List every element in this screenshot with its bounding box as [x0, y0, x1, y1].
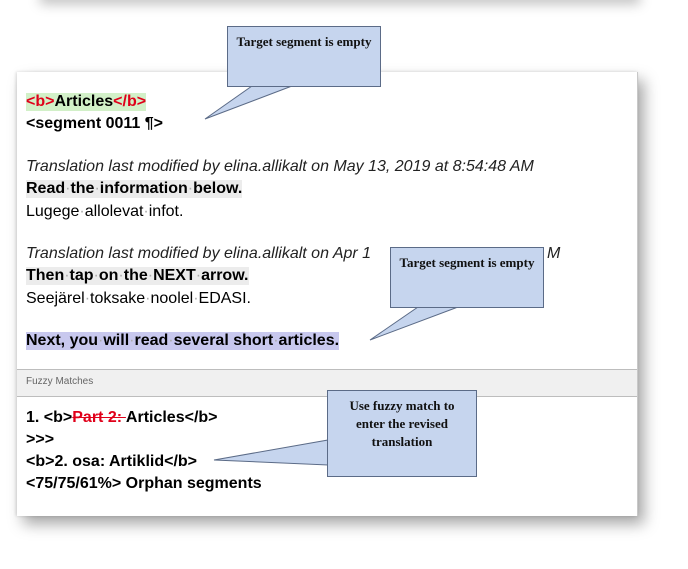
callout-use-fuzzy-match: Use fuzzy match to enter the revised tra… [327, 390, 477, 477]
callout-target-empty-top: Target segment is empty [227, 26, 381, 87]
callout-target-empty-middle: Target segment is empty [390, 247, 544, 308]
